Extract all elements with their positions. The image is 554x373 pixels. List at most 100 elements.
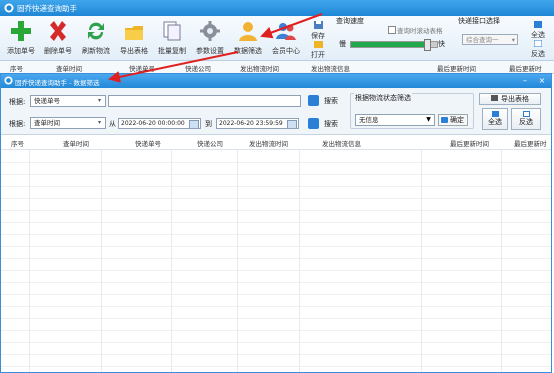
- search-icon: [308, 95, 319, 106]
- export-icon: [491, 95, 498, 101]
- speed-slow-label: 慢: [339, 40, 346, 48]
- chevron-down-icon: ▾: [97, 97, 101, 104]
- status-group-title: 根据物流状态筛选: [354, 93, 412, 103]
- search-icon: [308, 118, 319, 129]
- filter-row2-label: 根据:: [9, 120, 26, 128]
- status-select[interactable]: 无信息 ▼: [355, 114, 435, 126]
- main-toolbar: 添加单号 删除单号 刷新物流 导出表格 批量复制 参数设置 数据筛选 会员中心 …: [0, 16, 554, 61]
- export-icon: [125, 26, 143, 40]
- grid-column-line: [299, 150, 300, 372]
- interface-group-title: 快递接口选择: [458, 17, 500, 25]
- interface-select[interactable]: 综合查询一 ▾: [462, 34, 518, 45]
- date-to-picker[interactable]: 2022-06-20 23:59:59: [216, 118, 299, 129]
- grid-row-line: [1, 258, 551, 259]
- main-col-tracking-no: 快递单号: [129, 65, 155, 73]
- main-col-ship-info: 发出物流信息: [311, 65, 350, 73]
- grid-row-line: [1, 174, 551, 175]
- filter-field-select-1[interactable]: 快递单号 ▾: [30, 95, 106, 107]
- dialog-invert-button[interactable]: 反选: [511, 108, 541, 130]
- main-col-last-update-2: 最后更新时: [509, 65, 542, 73]
- save-button[interactable]: 保存: [309, 21, 327, 41]
- grid-column-line: [101, 150, 102, 372]
- select-all-button[interactable]: 全选: [529, 21, 547, 40]
- save-icon: [313, 21, 323, 29]
- refresh-button[interactable]: 刷新物流: [78, 19, 114, 57]
- main-col-last-update: 最后更新时间: [437, 65, 476, 73]
- batch-copy-button[interactable]: 批量复制: [154, 19, 190, 57]
- main-title-bar: 固乔快递查询助手: [0, 0, 554, 16]
- add-icon: [11, 21, 31, 41]
- select-all-label: 全选: [531, 31, 545, 39]
- dialog-select-all-button[interactable]: 全选: [482, 108, 508, 130]
- dialog-select-all-label: 全选: [488, 118, 502, 126]
- speed-slider[interactable]: [350, 39, 438, 51]
- from-label: 从: [109, 120, 116, 128]
- status-filter-group: 根据物流状态筛选 无信息 ▼ 确定: [350, 93, 474, 129]
- open-folder-icon: [313, 41, 323, 48]
- delete-button[interactable]: 删除单号: [40, 19, 76, 57]
- grid-column-line: [501, 150, 502, 372]
- to-label: 到: [205, 120, 212, 128]
- date-to-value: 2022-06-20 23:59:59: [219, 120, 283, 127]
- grid-column-line: [171, 150, 172, 372]
- settings-icon: [200, 21, 220, 41]
- chevron-down-icon: ▾: [511, 36, 515, 44]
- confirm-label: 确定: [450, 116, 464, 124]
- scroll-table-label: 查询时滚动表格: [397, 27, 443, 35]
- search-label-1: 搜索: [324, 97, 338, 105]
- grid-column-line: [237, 150, 238, 372]
- open-label: 打开: [311, 51, 325, 59]
- dlg-col-last-update-2: 最后更新时: [514, 140, 547, 148]
- query-speed-title: 查询速度: [336, 17, 364, 25]
- calendar-icon: [189, 120, 199, 128]
- grid-row-line: [1, 222, 551, 223]
- data-filter-button[interactable]: 数据筛选: [230, 19, 266, 57]
- grid-row-line: [1, 282, 551, 283]
- dlg-col-courier: 快递公司: [197, 140, 223, 148]
- scroll-table-checkbox[interactable]: [388, 26, 396, 34]
- member-center-button-label: 会员中心: [272, 47, 300, 55]
- grid-row-line: [1, 318, 551, 319]
- add-button[interactable]: 添加单号: [3, 19, 39, 57]
- dlg-col-ship-time: 发出物流时间: [249, 140, 288, 148]
- speed-slider-knob[interactable]: [423, 39, 431, 51]
- open-button[interactable]: 打开: [309, 40, 327, 60]
- export-button[interactable]: 导出表格: [116, 19, 152, 57]
- confirm-button[interactable]: 确定: [438, 114, 468, 126]
- invert-select-button[interactable]: 反选: [529, 39, 547, 59]
- close-icon[interactable]: ×: [536, 75, 548, 87]
- grid-row-line: [1, 306, 551, 307]
- export-table-button[interactable]: 导出表格: [479, 93, 541, 105]
- filter-field-select-2[interactable]: 查单时间 ▾: [30, 117, 106, 129]
- grid-row-line: [1, 246, 551, 247]
- settings-button[interactable]: 参数设置: [192, 19, 228, 57]
- grid-row-line: [1, 354, 551, 355]
- search-button-1[interactable]: 搜索: [308, 95, 348, 107]
- caret-down-icon: ▼: [426, 116, 431, 123]
- chevron-down-icon: ▾: [97, 119, 101, 126]
- select-all-icon: [534, 21, 542, 28]
- grid-row-line: [1, 366, 551, 367]
- interface-select-value: 综合查询一: [466, 36, 499, 44]
- search-button-2[interactable]: 搜索: [308, 118, 348, 130]
- export-table-label: 导出表格: [501, 95, 529, 103]
- search-label-2: 搜索: [324, 120, 338, 128]
- confirm-icon: [441, 117, 448, 123]
- member-icon: [276, 23, 296, 40]
- invert-select-icon: [522, 111, 530, 117]
- member-center-button[interactable]: 会员中心: [268, 19, 304, 57]
- main-col-index: 序号: [10, 65, 23, 73]
- grid-row-line: [1, 162, 551, 163]
- dlg-col-tracking-no: 快递单号: [135, 140, 161, 148]
- grid-column-line: [421, 150, 422, 372]
- minimize-icon[interactable]: –: [519, 75, 531, 87]
- query-speed-group: 查询速度 查询时滚动表格 慢 快: [333, 16, 450, 56]
- filter-field-2-value: 查单时间: [34, 119, 60, 127]
- user-filter-icon: [239, 22, 257, 41]
- filter-keyword-input[interactable]: [108, 95, 301, 107]
- grid-row-line: [1, 210, 551, 211]
- dlg-col-last-update: 最后更新时间: [450, 140, 489, 148]
- date-from-picker[interactable]: 2022-06-20 00:00:00: [118, 118, 201, 129]
- dialog-table-body: [1, 150, 551, 372]
- grid-row-line: [1, 330, 551, 331]
